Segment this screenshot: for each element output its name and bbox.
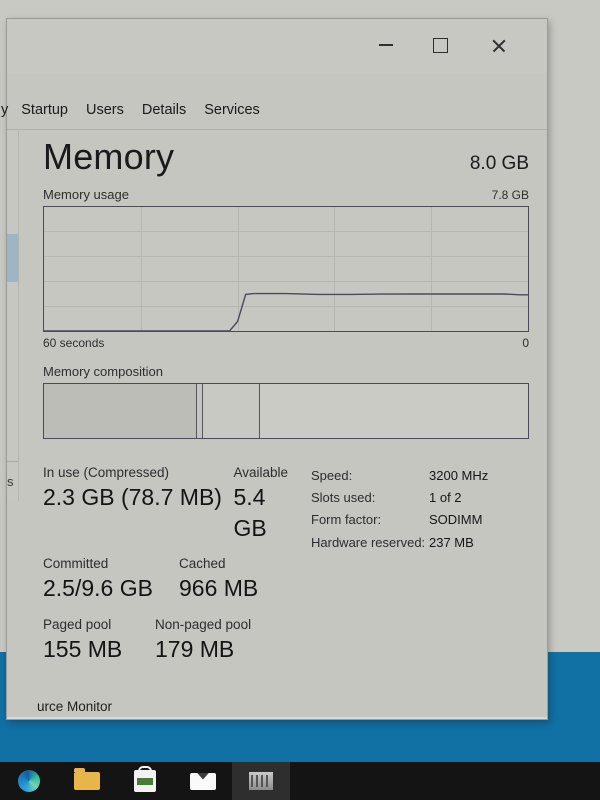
axis-label-right: 0 — [522, 335, 529, 350]
stat-available: Available 5.4 GB — [233, 463, 303, 543]
stat-in-use: In use (Compressed) 2.3 GB (78.7 MB) — [43, 463, 225, 543]
stat-committed: Committed 2.5/9.6 GB — [43, 554, 171, 604]
taskbar[interactable] — [0, 762, 600, 800]
stat-paged-pool: Paged pool 155 MB — [43, 615, 147, 665]
minimize-icon — [379, 44, 393, 46]
usage-graph-label: Memory usage — [43, 186, 129, 202]
detail-value: 237 MB — [429, 534, 474, 550]
performance-sidebar[interactable] — [7, 131, 19, 501]
taskbar-task-manager-button[interactable] — [232, 762, 290, 800]
usage-line-plot — [44, 292, 528, 331]
open-resource-monitor-link[interactable]: urce Monitor — [37, 699, 112, 714]
usage-graph-header: Memory usage 7.8 GB — [43, 187, 529, 202]
sidebar-divider — [7, 461, 18, 462]
composition-label: Memory composition — [43, 363, 163, 379]
stat-non-paged-pool: Non-paged pool 179 MB — [155, 615, 251, 665]
close-icon — [491, 38, 506, 53]
stat-value: 179 MB — [155, 636, 235, 663]
stat-value: 2.3 GB (78.7 MB) — [43, 484, 222, 511]
tab-strip: y Startup Users Details Services — [1, 97, 547, 123]
folder-icon — [74, 768, 100, 790]
statistics-area: In use (Compressed) 2.3 GB (78.7 MB) Ava… — [43, 463, 529, 665]
close-button[interactable] — [475, 27, 521, 63]
detail-value: 3200 MHz — [429, 467, 489, 483]
tab-users[interactable]: Users — [77, 99, 133, 123]
stat-label: Available — [233, 464, 289, 480]
composition-segment-standby[interactable] — [203, 383, 260, 438]
detail-row-form-factor: Form factor: SODIMM — [311, 509, 529, 531]
taskbar-edge-button[interactable] — [0, 762, 58, 800]
composition-segment-free[interactable] — [259, 383, 528, 438]
taskbar-store-button[interactable] — [116, 762, 174, 800]
detail-value: 1 of 2 — [429, 489, 462, 505]
edge-icon — [18, 770, 40, 792]
window-bottom-edge — [7, 717, 547, 719]
minimize-button[interactable] — [363, 27, 409, 63]
detail-key: Form factor: — [311, 512, 382, 528]
tab-startup[interactable]: Startup — [12, 99, 77, 123]
task-manager-icon — [249, 772, 273, 790]
stat-cached: Cached 966 MB — [179, 554, 258, 604]
memory-composition-bar[interactable] — [43, 382, 529, 439]
panel-header: Memory 8.0 GB — [43, 137, 529, 177]
detail-key: Hardware reserved: — [311, 534, 426, 550]
memory-total-value: 8.0 GB — [469, 153, 529, 174]
sidebar-item-memory-selected[interactable] — [7, 234, 18, 282]
task-manager-window: y Startup Users Details Services s Memor… — [1, 18, 548, 768]
statistics-left-column: In use (Compressed) 2.3 GB (78.7 MB) Ava… — [43, 463, 311, 665]
usage-graph-scale-max: 7.8 GB — [491, 187, 529, 202]
tab-services[interactable]: Services — [195, 99, 269, 123]
detail-key: Slots used: — [311, 489, 376, 505]
tab-details[interactable]: Details — [133, 99, 195, 123]
mail-envelope-icon — [190, 772, 216, 790]
stat-label: Paged pool — [43, 616, 112, 632]
stat-label: Committed — [43, 555, 109, 571]
composition-segment-modified[interactable] — [196, 383, 204, 438]
detail-row-slots-used: Slots used: 1 of 2 — [311, 487, 529, 509]
stat-row: In use (Compressed) 2.3 GB (78.7 MB) Ava… — [43, 463, 311, 543]
stat-row: Paged pool 155 MB Non-paged pool 179 MB — [43, 615, 311, 665]
taskbar-mail-button[interactable] — [174, 762, 232, 800]
stat-value: 155 MB — [43, 636, 123, 663]
stat-label: Non-paged pool — [155, 616, 252, 632]
taskbar-file-explorer-button[interactable] — [58, 762, 116, 800]
maximize-icon — [432, 37, 448, 53]
detail-row-speed: Speed: 3200 MHz — [311, 465, 529, 487]
composition-segment-inuse[interactable] — [44, 383, 197, 438]
tab-history[interactable]: y — [1, 99, 12, 123]
detail-row-hardware-reserved: Hardware reserved: 237 MB — [311, 532, 529, 554]
store-bag-icon — [134, 770, 156, 792]
stat-value: 5.4 GB — [233, 484, 267, 541]
memory-usage-graph[interactable] — [43, 205, 529, 332]
detail-value: SODIMM — [429, 512, 483, 528]
page-title: Memory — [43, 136, 175, 177]
usage-graph-axis: 60 seconds 0 — [43, 336, 529, 350]
tab-strip-divider — [7, 129, 547, 130]
sidebar-clipped-text: s — [7, 474, 14, 489]
detail-key: Speed: — [311, 467, 353, 483]
memory-panel: Memory 8.0 GB Memory usage 7.8 GB 60 sec… — [37, 137, 529, 768]
hardware-details-column: Speed: 3200 MHz Slots used: 1 of 2 Form … — [311, 463, 529, 665]
title-bar — [7, 19, 547, 73]
stat-row: Committed 2.5/9.6 GB Cached 966 MB — [43, 554, 311, 604]
maximize-button[interactable] — [417, 27, 463, 63]
stat-value: 966 MB — [179, 575, 259, 602]
axis-label-left: 60 seconds — [43, 335, 105, 350]
stat-label: Cached — [179, 555, 226, 571]
stat-value: 2.5/9.6 GB — [43, 575, 153, 602]
stat-label: In use (Compressed) — [43, 464, 170, 480]
